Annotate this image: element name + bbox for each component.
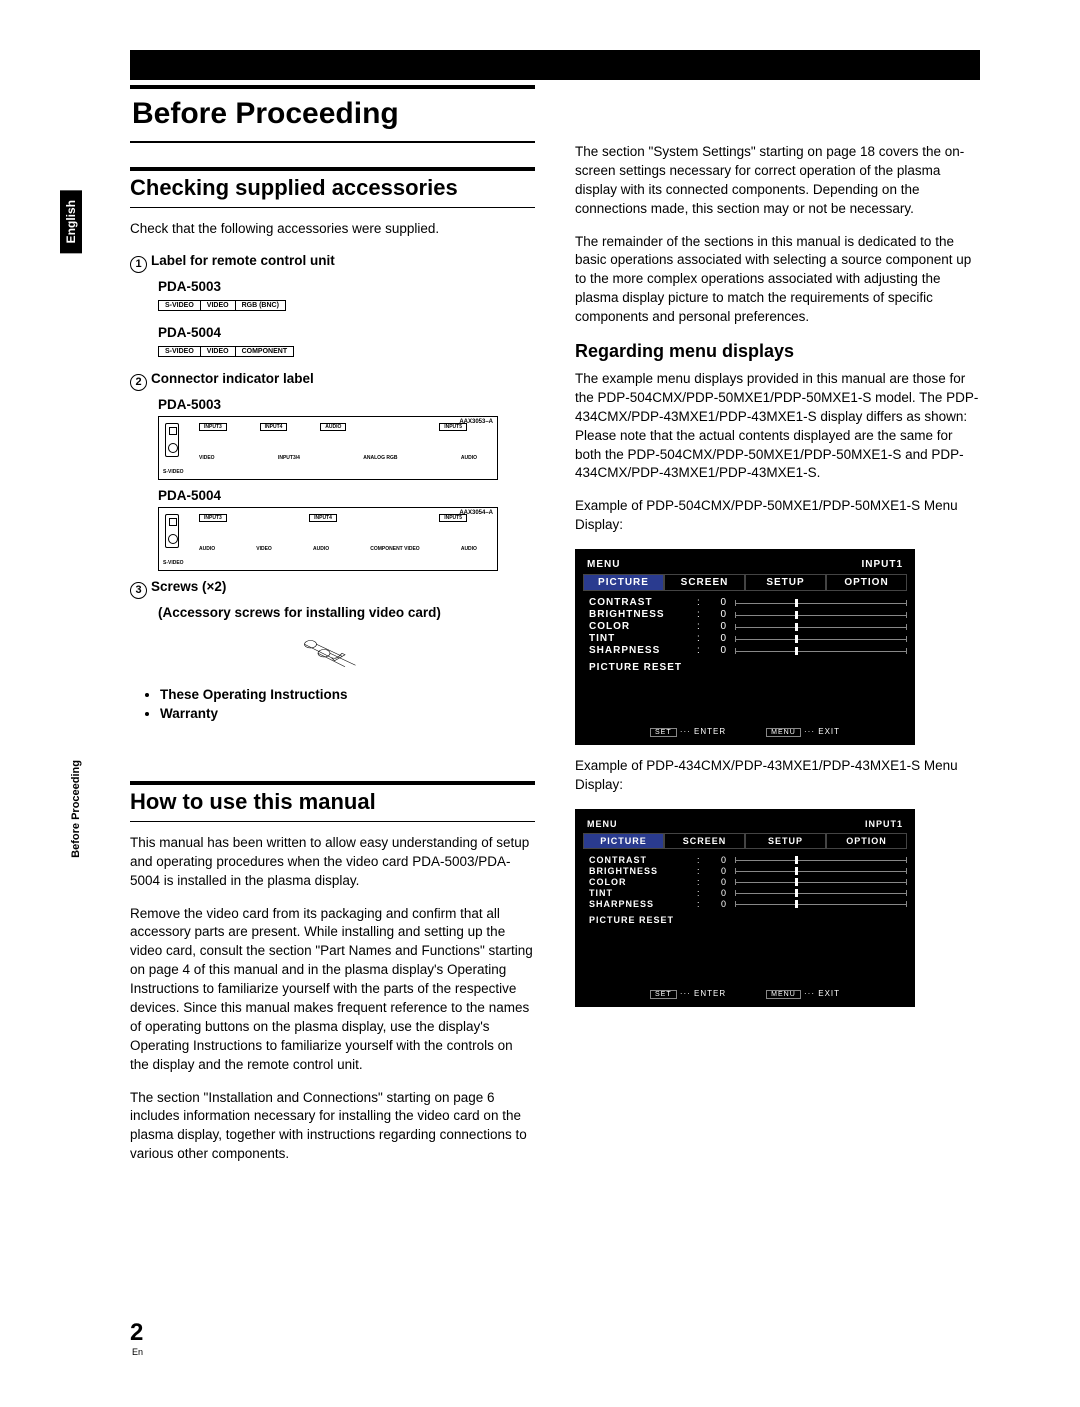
page-title: Before Proceeding [130, 85, 535, 143]
section-tab: Before Proceeding [70, 760, 82, 858]
menu-screenshot-504: MENUINPUT1 PICTURE SCREEN SETUP OPTION C… [575, 549, 915, 745]
caption-1: Example of PDP-504CMX/PDP-50MXE1/PDP-50M… [575, 497, 980, 535]
tab-setup: SETUP [745, 574, 826, 591]
tab-option: OPTION [826, 833, 907, 849]
item-3-sub: (Accessory screws for installing video c… [158, 605, 535, 620]
heading-menus: Regarding menu displays [575, 341, 980, 362]
right-p3: The example menu displays provided in th… [575, 370, 980, 427]
item-2-label: 2Connector indicator label [130, 371, 535, 391]
page-language: En [132, 1347, 143, 1357]
language-tab: English [60, 190, 82, 253]
circled-3: 3 [130, 582, 147, 599]
howto-p1: This manual has been written to allow ea… [130, 834, 535, 891]
right-p1: The section "System Settings" starting o… [575, 143, 980, 219]
howto-p2: Remove the video card from its packaging… [130, 905, 535, 1075]
heading-accessories: Checking supplied accessories [130, 167, 535, 208]
label-box-5003: S-VIDEOVIDEORGB (BNC) [158, 300, 286, 311]
model-pda5004: PDA-5004 [158, 325, 535, 340]
model-pda5003: PDA-5003 [158, 279, 535, 294]
side-tabs: English Before Proceeding [60, 80, 120, 1280]
header-bar [130, 50, 980, 80]
item-3-label: 3Screws (×2) [130, 579, 535, 599]
heading-howto: How to use this manual [130, 781, 535, 822]
tab-screen: SCREEN [664, 833, 745, 849]
caption-2: Example of PDP-434CMX/PDP-43MXE1/PDP-43M… [575, 757, 980, 795]
item-1-label: 1Label for remote control unit [130, 253, 535, 273]
bullet-instructions: These Operating Instructions [160, 687, 535, 702]
manual-page: English Before Proceeding Before Proceed… [0, 0, 1080, 1407]
model-pda5003-b: PDA-5003 [158, 397, 535, 412]
right-p2: The remainder of the sections in this ma… [575, 233, 980, 327]
connector-diagram-5004: AAX3054–A INPUT3INPUT4INPUT5 AUDIOVIDEOA… [158, 507, 498, 571]
tab-picture: PICTURE [583, 833, 664, 849]
label-box-5004: S-VIDEOVIDEOCOMPONENT [158, 346, 294, 357]
bullet-warranty: Warranty [160, 706, 535, 721]
circled-2: 2 [130, 374, 147, 391]
screws-illustration [130, 628, 535, 673]
svideo-icon [165, 423, 179, 457]
page-number: 2 [130, 1319, 143, 1347]
connector-diagram-5003: AAX3053–A INPUT3INPUT4AUDIOINPUT5 VIDEOI… [158, 416, 498, 480]
right-column: The section "System Settings" starting o… [575, 85, 980, 1178]
tab-screen: SCREEN [664, 574, 745, 591]
intro-text: Check that the following accessories wer… [130, 220, 535, 239]
howto-p3: The section "Installation and Connection… [130, 1089, 535, 1165]
circled-1: 1 [130, 256, 147, 273]
tab-picture: PICTURE [583, 574, 664, 591]
menu-screenshot-434: MENUINPUT1 PICTURE SCREEN SETUP OPTION C… [575, 809, 915, 1007]
svideo-icon [165, 514, 179, 548]
tab-setup: SETUP [745, 833, 826, 849]
right-p3b: Please note that the actual contents dis… [575, 427, 980, 484]
left-column: Before Proceeding Checking supplied acce… [130, 85, 535, 1178]
model-pda5004-b: PDA-5004 [158, 488, 535, 503]
tab-option: OPTION [826, 574, 907, 591]
